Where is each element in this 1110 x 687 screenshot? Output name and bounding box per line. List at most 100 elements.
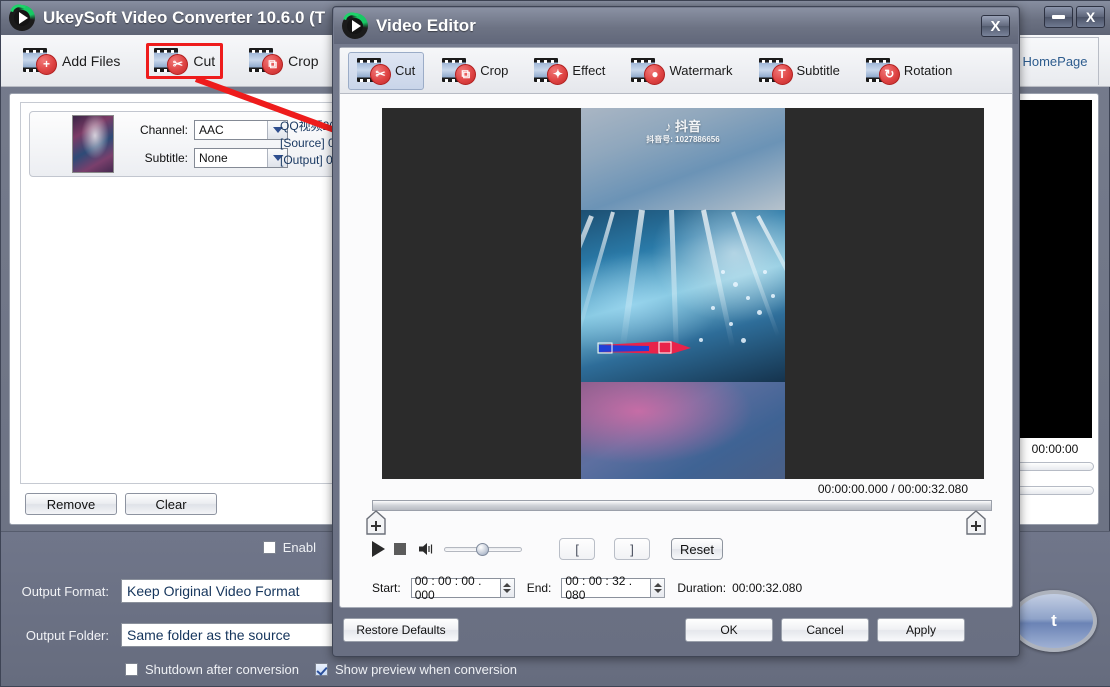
film-plus-icon: + xyxy=(23,47,57,75)
subtitle-label: Subtitle: xyxy=(144,151,188,165)
timeline-scrubber[interactable] xyxy=(372,500,992,511)
end-time-label: End: xyxy=(526,581,552,595)
tab-label: Effect xyxy=(572,63,606,78)
film-scissors-icon: ✂ xyxy=(357,57,391,85)
toolbar-label: Add Files xyxy=(62,52,121,69)
film-effect-icon: ✦ xyxy=(534,57,569,85)
preview-volume-bar[interactable] xyxy=(1016,486,1094,495)
shutdown-checkbox[interactable] xyxy=(125,663,138,676)
editor-title-bar: Video Editor X xyxy=(334,8,1018,44)
tab-cut[interactable]: ✂ Cut xyxy=(348,51,425,90)
channel-value: AAC xyxy=(199,123,224,137)
shutdown-label: Shutdown after conversion xyxy=(145,662,299,677)
subtitle-select[interactable]: None xyxy=(194,148,288,168)
preview-seek-bar[interactable] xyxy=(1016,462,1094,471)
start-time-label: Start: xyxy=(372,581,401,595)
red-blue-marker-overlay xyxy=(597,341,691,354)
editor-footer: Restore Defaults OK Cancel Apply xyxy=(339,614,1013,648)
apply-button[interactable]: Apply xyxy=(877,618,965,642)
toolbar-label: Cut xyxy=(193,52,216,69)
editor-title: Video Editor xyxy=(376,16,476,35)
film-crop-icon: ⧉ xyxy=(249,47,284,75)
toolbar-button-cut[interactable]: ✂ Cut xyxy=(146,42,224,79)
film-droplet-icon: ● xyxy=(631,57,666,85)
tab-rotation[interactable]: ↻ Rotation xyxy=(858,53,960,89)
enable-checkbox-row[interactable]: Enabl xyxy=(262,540,316,555)
video-thumbnail xyxy=(72,115,114,173)
remove-button[interactable]: Remove xyxy=(25,493,117,515)
tab-label: Crop xyxy=(480,63,509,78)
douyin-user-id: 抖音号: 1027886656 xyxy=(646,135,720,144)
play-icon[interactable] xyxy=(372,541,385,557)
page-title: UkeySoft Video Converter 10.6.0 (T xyxy=(43,8,326,27)
editor-body: ✂ Cut ⧉ Crop ✦ Effect ● Watermark T Subt… xyxy=(339,47,1013,608)
enable-checkbox[interactable] xyxy=(262,541,276,554)
minimize-button[interactable] xyxy=(1044,6,1073,28)
trim-end-handle[interactable] xyxy=(966,510,986,536)
video-frame: ♪ 抖音 抖音号: 1027886656 xyxy=(581,108,785,479)
tab-label: Watermark xyxy=(669,63,733,78)
duration-label: Duration: xyxy=(677,581,727,595)
tab-homepage[interactable]: HomePage xyxy=(1011,37,1099,85)
list-action-buttons: Remove Clear xyxy=(25,493,217,515)
preview-panel: 00:00:00 xyxy=(1011,93,1099,525)
tab-label: Rotation xyxy=(903,63,953,78)
tab-label: Cut xyxy=(395,63,416,78)
tab-label: HomePage xyxy=(1022,54,1088,69)
ok-button[interactable]: OK xyxy=(685,618,773,642)
video-preview-stage[interactable]: ♪ 抖音 抖音号: 1027886656 xyxy=(382,108,984,479)
output-folder-label: Output Folder: xyxy=(25,627,109,643)
tab-subtitle[interactable]: T Subtitle xyxy=(751,53,848,89)
toolbar-button-add-files[interactable]: + Add Files xyxy=(15,43,128,79)
subtitle-field-row: Subtitle: None xyxy=(136,148,288,168)
window-controls: X xyxy=(1044,6,1105,28)
film-crop-icon: ⧉ xyxy=(442,57,477,85)
volume-knob[interactable] xyxy=(476,542,489,556)
duration-value: 00:00:32.080 xyxy=(732,581,803,595)
douyin-watermark: ♪ 抖音 xyxy=(664,119,702,134)
end-time-input[interactable]: 00 : 00 : 32 . 080 xyxy=(561,574,652,602)
toolbar-label: Crop xyxy=(288,52,319,69)
play-logo-icon xyxy=(342,10,368,39)
start-time-stepper[interactable] xyxy=(500,578,515,598)
shutdown-checkbox-row[interactable]: Shutdown after conversion Show preview w… xyxy=(125,662,517,677)
mark-out-button[interactable]: ] xyxy=(614,538,650,560)
editor-tab-bar: ✂ Cut ⧉ Crop ✦ Effect ● Watermark T Subt… xyxy=(340,48,1012,94)
tab-watermark[interactable]: ● Watermark xyxy=(623,53,740,89)
end-time-stepper[interactable] xyxy=(651,578,666,598)
channel-select[interactable]: AAC xyxy=(194,120,288,140)
start-time-input[interactable]: 00 : 00 : 00 . 000 xyxy=(410,574,501,602)
subtitle-value: None xyxy=(199,151,228,165)
show-preview-checkbox[interactable] xyxy=(314,663,328,676)
preview-time: 00:00:00 xyxy=(1031,442,1079,456)
output-format-label: Output Format: xyxy=(21,583,109,599)
playback-controls: [ ] Reset Start: 00 : 00 : 00 . 000 End:… xyxy=(372,538,803,602)
video-editor-dialog: Video Editor X ✂ Cut ⧉ Crop ✦ Effect ● W… xyxy=(332,6,1020,657)
start-button[interactable]: t xyxy=(1011,590,1097,652)
tab-effect[interactable]: ✦ Effect xyxy=(526,53,613,89)
play-logo-icon xyxy=(9,2,35,31)
trim-start-handle[interactable] xyxy=(366,510,386,536)
tab-crop[interactable]: ⧉ Crop xyxy=(434,53,516,89)
enable-label: Enabl xyxy=(282,540,316,555)
cancel-button[interactable]: Cancel xyxy=(781,618,869,642)
mark-in-button[interactable]: [ xyxy=(559,538,595,560)
tab-label: Subtitle xyxy=(796,63,840,78)
film-rotate-icon: ↻ xyxy=(865,57,900,85)
stop-icon[interactable] xyxy=(394,543,406,555)
clear-button[interactable]: Clear xyxy=(125,493,217,515)
show-preview-label: Show preview when conversion xyxy=(334,662,518,677)
restore-defaults-button[interactable]: Restore Defaults xyxy=(343,618,459,642)
toolbar-button-crop[interactable]: ⧉ Crop xyxy=(241,43,326,79)
reset-button[interactable]: Reset xyxy=(671,538,723,560)
channel-field-row: Channel: AAC xyxy=(136,120,288,140)
close-button[interactable]: X xyxy=(1076,6,1105,28)
time-readout: 00:00:00.000 / 00:00:32.080 xyxy=(817,482,968,496)
preview-screen[interactable] xyxy=(1018,100,1092,438)
speaker-icon[interactable] xyxy=(419,542,435,556)
volume-slider[interactable] xyxy=(444,542,522,556)
channel-label: Channel: xyxy=(139,123,188,137)
film-text-icon: T xyxy=(758,57,793,85)
film-scissors-icon: ✂ xyxy=(154,47,189,75)
editor-close-button[interactable]: X xyxy=(981,15,1010,37)
